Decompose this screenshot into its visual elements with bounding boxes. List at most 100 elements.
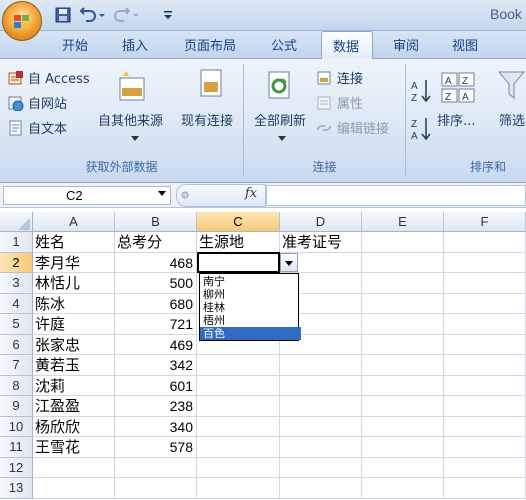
cell-e2[interactable] xyxy=(362,252,444,273)
cell-b2[interactable]: 468 xyxy=(115,252,197,273)
tab-home[interactable]: 开始 xyxy=(62,35,88,54)
dropdown-option[interactable]: 柳州 xyxy=(200,288,301,301)
cell-b13[interactable] xyxy=(115,478,197,499)
cell-a13[interactable] xyxy=(33,478,115,499)
row-header[interactable]: 11 xyxy=(0,437,33,458)
cell-a6[interactable]: 张家忠 xyxy=(33,334,115,355)
cell-b3[interactable]: 500 xyxy=(115,273,197,294)
dropdown-option-highlighted[interactable]: 百色 xyxy=(200,327,301,340)
cell-a3[interactable]: 林恬儿 xyxy=(33,273,115,294)
dropdown-option[interactable]: 桂林 xyxy=(200,301,301,314)
cell-f8[interactable] xyxy=(444,375,526,396)
row-header[interactable]: 7 xyxy=(0,355,33,376)
cell-a10[interactable]: 杨欣欣 xyxy=(33,416,115,437)
cell-b4[interactable]: 680 xyxy=(115,293,197,314)
cell-d8[interactable] xyxy=(280,375,362,396)
row-header[interactable]: 13 xyxy=(0,478,33,499)
row-header[interactable]: 6 xyxy=(0,334,33,355)
column-header-d[interactable]: D xyxy=(280,212,362,232)
row-header[interactable]: 2 xyxy=(0,252,33,273)
cell-e8[interactable] xyxy=(362,375,444,396)
cell-e10[interactable] xyxy=(362,416,444,437)
cell-d1[interactable]: 准考证号 xyxy=(280,232,362,253)
column-header-e[interactable]: E xyxy=(362,212,444,232)
sort-z-to-a-icon[interactable]: Z A xyxy=(410,116,432,142)
cell-b1[interactable]: 总考分 xyxy=(115,232,197,253)
cell-f3[interactable] xyxy=(444,273,526,294)
cell-e7[interactable] xyxy=(362,355,444,376)
properties-button[interactable]: 属性 xyxy=(337,93,363,112)
cell-f12[interactable] xyxy=(444,457,526,478)
row-header[interactable]: 4 xyxy=(0,293,33,314)
cell-b5[interactable]: 721 xyxy=(115,314,197,335)
cell-a9[interactable]: 江盈盈 xyxy=(33,396,115,417)
row-header[interactable]: 9 xyxy=(0,396,33,417)
row-header[interactable]: 3 xyxy=(0,273,33,294)
cell-b12[interactable] xyxy=(115,457,197,478)
undo-dropdown-icon[interactable] xyxy=(98,6,106,24)
tab-insert[interactable]: 插入 xyxy=(122,35,148,54)
tab-page-layout[interactable]: 页面布局 xyxy=(184,35,236,54)
cell-f2[interactable] xyxy=(444,252,526,273)
cell-f6[interactable] xyxy=(444,334,526,355)
select-all-corner[interactable] xyxy=(0,212,33,232)
edit-links-button[interactable]: 编辑链接 xyxy=(337,118,389,137)
collapse-handle-icon[interactable] xyxy=(180,190,190,200)
column-header-a[interactable]: A xyxy=(33,212,115,232)
cell-d7[interactable] xyxy=(280,355,362,376)
cell-a4[interactable]: 陈冰 xyxy=(33,293,115,314)
cell-b9[interactable]: 238 xyxy=(115,396,197,417)
sort-button[interactable]: 排序... xyxy=(437,110,475,129)
sort-a-to-z-icon[interactable]: A Z xyxy=(410,78,432,104)
cell-e9[interactable] xyxy=(362,396,444,417)
cell-a2[interactable]: 李月华 xyxy=(33,252,115,273)
cell-a11[interactable]: 王雪花 xyxy=(33,437,115,458)
cell-e13[interactable] xyxy=(362,478,444,499)
cell-c9[interactable] xyxy=(197,396,280,417)
tab-review[interactable]: 审阅 xyxy=(393,35,419,54)
cell-f9[interactable] xyxy=(444,396,526,417)
redo-icon[interactable] xyxy=(114,6,130,24)
cell-f5[interactable] xyxy=(444,314,526,335)
tab-view[interactable]: 视图 xyxy=(452,35,478,54)
cell-e1[interactable] xyxy=(362,232,444,253)
dropdown-option[interactable]: 梧州 xyxy=(200,314,301,327)
tab-data[interactable]: 数据 xyxy=(321,31,373,59)
cell-c8[interactable] xyxy=(197,375,280,396)
existing-connections-button[interactable]: 现有连接 xyxy=(181,110,233,129)
refresh-all-button[interactable]: 全部刷新 xyxy=(254,110,306,129)
cell-f1[interactable] xyxy=(444,232,526,253)
office-button[interactable] xyxy=(2,1,42,41)
cell-f7[interactable] xyxy=(444,355,526,376)
dropdown-option[interactable]: 南宁 xyxy=(200,275,301,288)
cell-c11[interactable] xyxy=(197,437,280,458)
cell-c10[interactable] xyxy=(197,416,280,437)
cell-a5[interactable]: 许庭 xyxy=(33,314,115,335)
cell-b11[interactable]: 578 xyxy=(115,437,197,458)
formula-input[interactable] xyxy=(266,185,526,206)
cell-e3[interactable] xyxy=(362,273,444,294)
cell-b7[interactable]: 342 xyxy=(115,355,197,376)
cell-f11[interactable] xyxy=(444,437,526,458)
row-header[interactable]: 8 xyxy=(0,375,33,396)
column-header-b[interactable]: B xyxy=(115,212,197,232)
tab-formulas[interactable]: 公式 xyxy=(271,35,297,54)
from-web-button[interactable]: 自网站 xyxy=(28,93,67,112)
from-other-sources-button[interactable]: 自其他来源 xyxy=(98,110,163,129)
cell-b6[interactable]: 469 xyxy=(115,334,197,355)
cell-a12[interactable] xyxy=(33,457,115,478)
redo-dropdown-icon[interactable] xyxy=(132,6,140,24)
cell-a7[interactable]: 黄若玉 xyxy=(33,355,115,376)
cell-e4[interactable] xyxy=(362,293,444,314)
cell-b10[interactable]: 340 xyxy=(115,416,197,437)
name-box[interactable]: C2 xyxy=(3,186,171,205)
cell-d13[interactable] xyxy=(280,478,362,499)
column-header-c[interactable]: C xyxy=(197,212,280,232)
cell-e5[interactable] xyxy=(362,314,444,335)
column-header-f[interactable]: F xyxy=(444,212,526,232)
cell-f4[interactable] xyxy=(444,293,526,314)
from-text-button[interactable]: 自文本 xyxy=(28,118,67,137)
cell-d10[interactable] xyxy=(280,416,362,437)
cell-c13[interactable] xyxy=(197,478,280,499)
customize-qat-icon[interactable] xyxy=(163,6,173,24)
